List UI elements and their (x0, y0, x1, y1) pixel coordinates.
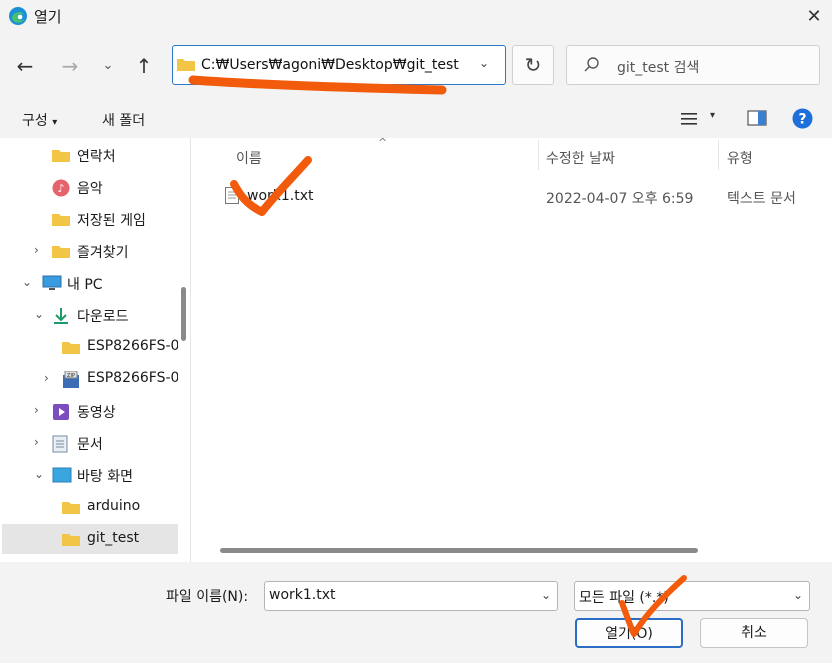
cancel-button[interactable]: 취소 (700, 618, 808, 648)
search-box[interactable]: git_test 검색 (566, 45, 820, 85)
sidebar-item-label: 내 PC (67, 277, 103, 293)
view-options-caret-icon[interactable]: ▾ (710, 110, 715, 121)
sidebar-item[interactable]: › 즐겨찾기 (2, 236, 178, 266)
sidebar-item[interactable]: ⌄ 내 PC (2, 268, 178, 298)
filename-input[interactable]: work1.txt ⌄ (264, 581, 558, 611)
svg-text:?: ? (798, 112, 806, 128)
sidebar-item-label: 바탕 화면 (77, 469, 133, 485)
window-title: 열기 (34, 8, 62, 26)
folder-icon (52, 243, 70, 259)
chevron-right-icon[interactable]: › (34, 435, 46, 449)
address-path: C:₩Users₩agoni₩Desktop₩git_test (201, 57, 459, 73)
chevron-right-icon[interactable]: › (34, 243, 46, 257)
sidebar-item-label: 즐겨찾기 (77, 245, 129, 261)
folder-icon (52, 211, 70, 227)
file-date: 2022-04-07 오후 6:59 (546, 191, 694, 207)
column-header-name[interactable]: 이름 (236, 148, 262, 168)
navigation-scrollbar[interactable] (181, 287, 186, 341)
sidebar-item-label: arduino (87, 498, 141, 514)
music-icon: ♪ (52, 179, 70, 197)
chevron-right-icon[interactable]: › (44, 371, 56, 385)
chevron-down-icon[interactable]: ⌄ (541, 588, 551, 602)
text-file-icon (225, 187, 239, 204)
chevron-right-icon[interactable]: › (34, 403, 46, 417)
sidebar-item-label: 동영상 (77, 405, 116, 421)
chevron-down-icon[interactable]: ⌄ (793, 588, 803, 602)
title-bar (0, 0, 832, 34)
desktop-icon (52, 467, 72, 483)
filename-value: work1.txt (269, 587, 336, 603)
folder-icon (62, 339, 80, 355)
refresh-icon: ↻ (524, 53, 542, 77)
zip-icon: ZIP (62, 370, 80, 388)
sidebar-item-label: git_test (87, 530, 140, 546)
sidebar-item[interactable]: git_test (2, 524, 178, 554)
sidebar-item-label: 연락처 (77, 149, 116, 165)
new-folder-button[interactable]: 새 폴더 (102, 110, 145, 130)
sidebar-item[interactable]: ESP8266FS-0. (2, 332, 178, 362)
sidebar-item[interactable]: › 문서 (2, 428, 178, 458)
sort-ascending-icon: ^ (378, 136, 388, 149)
file-type: 텍스트 문서 (727, 191, 796, 207)
back-arrow-icon[interactable]: ← (13, 54, 37, 78)
filetype-value: 모든 파일 (*.*) (579, 590, 669, 606)
filename-label: 파일 이름(N): (166, 589, 249, 605)
close-button[interactable]: ✕ (796, 0, 832, 34)
download-icon (52, 307, 70, 324)
video-icon (52, 403, 70, 420)
document-icon (52, 435, 70, 453)
column-header-type[interactable]: 유형 (727, 148, 753, 168)
address-bar[interactable]: C:₩Users₩agoni₩Desktop₩git_test ⌄ (172, 45, 506, 85)
file-name: work1.txt (247, 188, 314, 204)
refresh-button[interactable]: ↻ (512, 45, 554, 85)
preview-pane-icon[interactable] (747, 110, 767, 126)
folder-icon (62, 531, 80, 547)
search-input[interactable]: git_test 검색 (617, 57, 699, 77)
svg-text:ZIP: ZIP (67, 373, 75, 379)
sidebar-item[interactable]: 저장된 게임 (2, 204, 178, 234)
forward-arrow-icon[interactable]: → (58, 54, 82, 78)
sidebar-item[interactable]: › 동영상 (2, 396, 178, 426)
chevron-down-icon[interactable]: ⌄ (34, 467, 46, 481)
chevron-down-icon[interactable]: ⌄ (479, 56, 489, 70)
recent-locations-chevron-icon[interactable]: ⌄ (96, 54, 120, 78)
column-divider[interactable] (718, 140, 719, 170)
column-header-date[interactable]: 수정한 날짜 (546, 148, 615, 168)
organize-button[interactable]: 구성 ▾ (22, 110, 57, 130)
sidebar-item-label: 다운로드 (77, 309, 129, 325)
sidebar-item-label: 문서 (77, 437, 103, 453)
sidebar-item-label: ESP8266FS-0. (87, 370, 178, 386)
caret-down-icon: ▾ (52, 117, 58, 128)
filetype-select[interactable]: 모든 파일 (*.*) ⌄ (574, 581, 810, 611)
up-arrow-icon[interactable]: ↑ (132, 54, 156, 78)
sidebar-item[interactable]: ⌄ 바탕 화면 (2, 460, 178, 490)
sidebar-item[interactable]: ♪ 음악 (2, 172, 178, 202)
search-icon (584, 57, 599, 72)
sidebar-item-label: 음악 (77, 181, 103, 197)
help-icon[interactable]: ? (792, 108, 813, 129)
edge-app-icon (9, 7, 27, 25)
organize-label: 구성 (22, 113, 48, 129)
close-icon: ✕ (806, 6, 822, 27)
sidebar-item-label: 저장된 게임 (77, 213, 146, 229)
column-divider[interactable] (538, 140, 539, 170)
navigation-pane: 연락처 ♪ 음악 저장된 게임 › 즐겨찾기 ⌄ 내 PC ⌄ 다운로드 ESP8266FS-0. ›… (0, 138, 191, 562)
horizontal-scrollbar[interactable] (220, 548, 698, 553)
pc-icon (42, 275, 62, 291)
folder-icon (62, 499, 80, 515)
folder-icon (177, 59, 195, 71)
folder-icon (52, 147, 70, 163)
sidebar-item[interactable]: › ZIP ESP8266FS-0. (2, 364, 178, 394)
chevron-down-icon[interactable]: ⌄ (22, 275, 34, 289)
view-list-icon[interactable] (681, 112, 697, 126)
open-button[interactable]: 열기(O) (575, 618, 683, 648)
sidebar-item-label: ESP8266FS-0. (87, 338, 178, 354)
chevron-down-icon[interactable]: ⌄ (34, 307, 46, 321)
sidebar-item[interactable]: ⌄ 다운로드 (2, 300, 178, 330)
sidebar-item[interactable]: arduino (2, 492, 178, 522)
svg-text:♪: ♪ (57, 182, 64, 195)
sidebar-item[interactable]: 연락처 (2, 140, 178, 170)
